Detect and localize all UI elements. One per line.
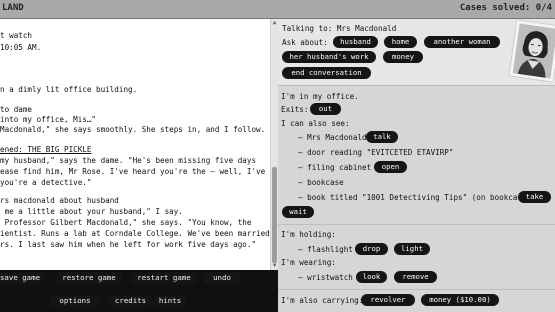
story-line: me a little about your husband," I say. [0, 207, 183, 216]
save-game-button[interactable]: save game [0, 272, 44, 284]
revolver-item-button[interactable]: revolver [361, 294, 415, 306]
credits-button[interactable]: credits [108, 295, 153, 307]
story-line: rs macdonald about husband [0, 196, 119, 205]
scroll-up-icon[interactable]: ▲ [271, 19, 278, 27]
wearing-label: I'm wearing: [281, 258, 336, 267]
holding-label: I'm holding: [281, 230, 336, 239]
story-scrollbar[interactable]: ▲ ▼ [270, 19, 278, 270]
scrollbar-thumb[interactable] [272, 167, 277, 263]
story-line: ease find him, Mr Rose. I've heard you'r… [0, 167, 266, 176]
ask-about-label: Ask about: [282, 38, 328, 47]
talk-button[interactable]: talk [366, 131, 398, 143]
look-button[interactable]: look [356, 271, 387, 283]
story-line: n a dimly lit office building. [0, 85, 138, 94]
hints-button[interactable]: hints [153, 295, 187, 307]
story-line: ened: THE BIG PICKLE [0, 145, 92, 154]
held-item-flashlight: – flashlight [298, 245, 353, 254]
object-door: – door reading "EVITCETED ETAVIRP" [298, 148, 454, 157]
object-book: – book titled "1001 Detectiving Tips" (o… [298, 193, 532, 202]
can-also-see-label: I can also see: [281, 119, 350, 128]
object-mrs-macdonald: – Mrs Macdonald [298, 133, 367, 142]
restart-game-button[interactable]: restart game [130, 272, 198, 284]
story-line: rs. I last saw him when he left for work… [0, 240, 257, 249]
title-bar: LAND Cases solved: 0/4 [0, 0, 555, 19]
story-line: ientist. Runs a lab at Corndale College.… [0, 229, 270, 238]
exit-out-button[interactable]: out [310, 103, 341, 115]
object-filing-cabinet: – filing cabinet [298, 163, 372, 172]
story-line: my husband," says the dame. "He's been m… [0, 156, 257, 165]
topic-husband-button[interactable]: husband [333, 36, 378, 48]
options-button[interactable]: options [50, 295, 100, 307]
story-line: t watch [0, 31, 33, 40]
story-line: you're a detective." [0, 178, 92, 187]
character-portrait [509, 20, 555, 82]
open-button[interactable]: open [374, 161, 407, 173]
topic-home-button[interactable]: home [384, 36, 417, 48]
mrs-macdonald-photo-icon [512, 23, 555, 79]
topic-husbands-work-button[interactable]: her husband's work [282, 51, 376, 63]
worn-item-wristwatch: – wristwatch [298, 273, 353, 282]
divider [278, 289, 555, 290]
story-transcript: t watch 10:05 AM. n a dimly lit office b… [0, 19, 270, 270]
divider [278, 224, 555, 225]
game-menu-bar: save game restore game restart game undo… [0, 270, 278, 312]
carrying-label: I'm also carrying: [281, 296, 364, 305]
story-line: Professor Gilbert Macdonald," she says. … [0, 218, 252, 227]
scroll-down-icon[interactable]: ▼ [271, 262, 278, 270]
wait-button[interactable]: wait [282, 206, 314, 218]
restore-game-button[interactable]: restore game [55, 272, 123, 284]
money-item-button[interactable]: money ($10.00) [421, 294, 499, 306]
drop-button[interactable]: drop [355, 243, 388, 255]
story-line: to dame [0, 105, 33, 114]
location-description: I'm in my office. [281, 92, 359, 101]
object-bookcase: – bookcase [298, 178, 344, 187]
story-line: Macdonald," she says smoothly. She steps… [0, 125, 266, 134]
topic-money-button[interactable]: money [383, 51, 423, 63]
story-line: 10:05 AM. [0, 43, 42, 52]
undo-button[interactable]: undo [203, 272, 241, 284]
light-button[interactable]: light [394, 243, 430, 255]
story-line: into my office, Mis…" [0, 115, 97, 124]
divider [278, 85, 555, 86]
end-conversation-button[interactable]: end conversation [282, 67, 371, 79]
game-title: LAND [2, 3, 24, 13]
exits-label: Exits: [281, 105, 309, 114]
cases-solved-counter: Cases solved: 0/4 [459, 3, 552, 13]
topic-another-woman-button[interactable]: another woman [424, 36, 500, 48]
take-button[interactable]: take [518, 191, 551, 203]
talking-to-label: Talking to: Mrs Macdonald [282, 24, 397, 33]
remove-button[interactable]: remove [394, 271, 437, 283]
